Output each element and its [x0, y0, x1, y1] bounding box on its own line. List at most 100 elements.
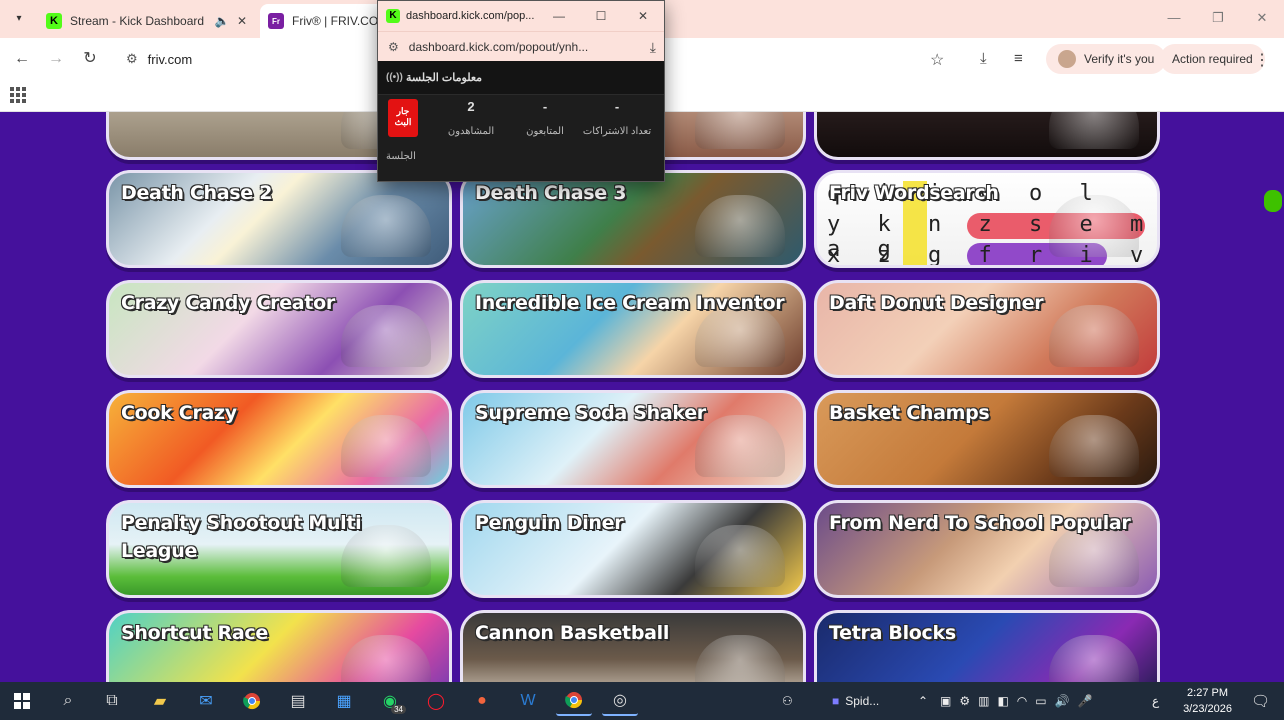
app-icon[interactable]: ●: [464, 686, 500, 716]
game-title: Crazy Candy Creator: [121, 292, 335, 314]
whatsapp-icon[interactable]: ◉ 34: [372, 686, 408, 716]
media-control-icon[interactable]: ≡: [1014, 50, 1023, 67]
mail-icon[interactable]: ✉: [188, 686, 224, 716]
speaker-icon[interactable]: 🔈: [214, 14, 230, 28]
subscriptions-stat: - تعداد الاشتراكات: [582, 99, 652, 137]
popout-title: dashboard.kick.com/pop...: [406, 10, 535, 22]
popout-window-controls: — ☐ ✕: [538, 1, 664, 31]
game-title: Penalty Shootout Multi League: [121, 512, 362, 562]
broadcast-icon: ((•)): [386, 72, 403, 83]
game-card[interactable]: Incredible Ice Cream Inventor: [460, 280, 806, 378]
friv-icon: Fr: [268, 13, 284, 29]
wordsearch-row: x z g f r i v c e: [827, 243, 1156, 268]
game-card[interactable]: Cook Crazy: [106, 390, 452, 488]
reload-icon[interactable]: ↻: [78, 48, 102, 72]
word-icon[interactable]: W: [510, 686, 546, 716]
close-icon[interactable]: ✕: [234, 14, 250, 28]
tab-kick-dashboard[interactable]: K Stream - Kick Dashboard 🔈 ✕: [38, 4, 258, 38]
game-card[interactable]: Cannon Basketball: [460, 610, 806, 682]
people-icon[interactable]: ⚇: [782, 682, 793, 720]
game-title: Supreme Soda Shaker: [475, 402, 706, 424]
minimize-icon[interactable]: —: [538, 1, 580, 31]
store-icon[interactable]: ▦: [326, 686, 362, 716]
site-info-icon[interactable]: ⚙: [126, 51, 138, 67]
game-card[interactable]: Shortcut Race: [106, 610, 452, 682]
action-required-button[interactable]: Action required: [1160, 44, 1265, 74]
download-icon[interactable]: ⤓: [980, 50, 987, 67]
task-view-icon[interactable]: ⧉: [94, 686, 130, 716]
network-icon[interactable]: ◠: [1017, 694, 1027, 708]
subscriptions-value: -: [614, 99, 620, 114]
game-card[interactable]: Basket Champs: [814, 390, 1160, 488]
game-card[interactable]: q i i v o ly k n z s e m a gx z g f r i …: [814, 170, 1160, 268]
scroll-indicator[interactable]: [1264, 190, 1282, 212]
game-card[interactable]: [814, 112, 1160, 160]
volume-icon[interactable]: 🔊: [1055, 694, 1070, 708]
restore-icon[interactable]: ❐: [1196, 0, 1240, 38]
chrome-active-icon[interactable]: [556, 686, 592, 716]
close-icon[interactable]: ✕: [622, 1, 664, 31]
close-window-icon[interactable]: ✕: [1240, 0, 1284, 38]
language-indicator[interactable]: ع: [1152, 682, 1159, 720]
tray-app-icon[interactable]: ▥: [978, 694, 989, 708]
apps-grid-icon[interactable]: [10, 87, 26, 103]
more-menu-icon[interactable]: ⋮: [1254, 50, 1270, 70]
file-explorer-icon[interactable]: ▰: [142, 686, 178, 716]
game-card[interactable]: Penalty Shootout Multi League: [106, 500, 452, 598]
followers-label: المتابعون: [526, 126, 564, 137]
site-info-icon[interactable]: ⚙: [388, 40, 399, 54]
tab-search-chevron-icon[interactable]: ▾: [8, 9, 30, 29]
tray-expand-icon[interactable]: ⌃: [918, 682, 928, 720]
popout-url-bar[interactable]: ⚙ dashboard.kick.com/popout/ynh... ⤓: [378, 31, 664, 61]
verify-profile-button[interactable]: Verify it's you: [1046, 44, 1167, 74]
notifications-icon[interactable]: 🗨: [1251, 692, 1270, 710]
game-title: Daft Donut Designer: [829, 292, 1044, 314]
tray-app-icon[interactable]: ⚙: [959, 694, 970, 708]
friv-game-grid-area: Death Chase 2 Death Chase 3 q i i v o ly k…: [0, 112, 1284, 682]
game-card[interactable]: Supreme Soda Shaker: [460, 390, 806, 488]
game-card[interactable]: Daft Donut Designer: [814, 280, 1160, 378]
search-icon[interactable]: ⌕: [50, 686, 86, 716]
spider-app-icon: ■: [832, 694, 840, 708]
subscriptions-label: تعداد الاشتراكات: [582, 126, 652, 137]
game-title: Shortcut Race: [121, 622, 268, 644]
spider-app[interactable]: ■ Spid...: [832, 682, 879, 720]
opera-icon[interactable]: ◯: [418, 686, 454, 716]
game-card[interactable]: Tetra Blocks: [814, 610, 1160, 682]
viewers-label: المشاهدون: [447, 126, 495, 137]
game-card[interactable]: Penguin Diner: [460, 500, 806, 598]
download-icon[interactable]: ⤓: [650, 39, 656, 56]
battery-icon[interactable]: ▭: [1035, 694, 1046, 708]
url-text: friv.com: [147, 51, 193, 67]
avatar: [1058, 50, 1076, 68]
bookmark-star-icon[interactable]: ☆: [930, 50, 944, 70]
game-card[interactable]: Crazy Candy Creator: [106, 280, 452, 378]
followers-stat: - المتابعون: [510, 99, 580, 137]
tray-app-icon[interactable]: ◧: [997, 694, 1008, 708]
window-controls: — ❐ ✕: [1152, 0, 1284, 38]
clock[interactable]: 2:27 PM 3/23/2026: [1183, 685, 1232, 717]
session-info-title: معلومات الجلسة: [406, 72, 483, 84]
tray-app-icon[interactable]: ▣: [940, 694, 951, 708]
game-title: Penguin Diner: [475, 512, 624, 534]
windows-start-icon[interactable]: [4, 686, 40, 716]
chrome-icon[interactable]: [234, 686, 270, 716]
forward-arrow-icon[interactable]: →: [44, 48, 68, 72]
popout-titlebar[interactable]: K dashboard.kick.com/pop... — ☐ ✕: [378, 1, 664, 31]
back-arrow-icon[interactable]: ←: [10, 48, 34, 72]
minimize-icon[interactable]: —: [1152, 0, 1196, 38]
maximize-icon[interactable]: ☐: [580, 1, 622, 31]
microphone-icon[interactable]: 🎤: [1078, 694, 1093, 708]
session-info-header: ((•)) معلومات الجلسة: [378, 61, 664, 95]
spider-app-label: Spid...: [845, 694, 880, 708]
whatsapp-badge: 34: [391, 705, 406, 714]
game-card[interactable]: Death Chase 3: [460, 170, 806, 268]
game-title: Tetra Blocks: [829, 622, 956, 644]
recorder-icon[interactable]: ◎: [602, 686, 638, 716]
game-card[interactable]: From Nerd To School Popular: [814, 500, 1160, 598]
game-card[interactable]: Death Chase 2: [106, 170, 452, 268]
kick-icon: K: [46, 13, 62, 29]
game-title: Basket Champs: [829, 402, 990, 424]
notepad-icon[interactable]: ▤: [280, 686, 316, 716]
game-thumbnail-art: [695, 112, 785, 149]
